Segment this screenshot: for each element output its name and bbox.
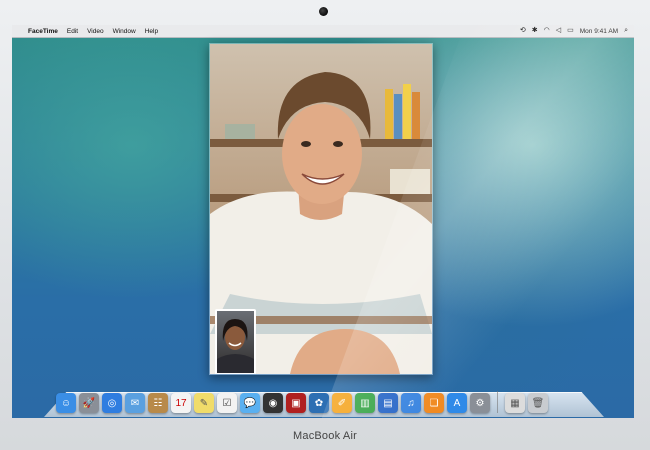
spotlight-search-icon[interactable]: ⌕ <box>624 25 628 37</box>
safari-icon[interactable]: ◎ <box>102 393 122 413</box>
screen: FaceTime Edit Video Window Help ⟲ ✱ ◠ ◁ … <box>12 25 634 418</box>
pages-icon[interactable]: ✐ <box>332 393 352 413</box>
self-view-pip[interactable] <box>215 309 256 374</box>
menu-facetime[interactable]: FaceTime <box>28 28 58 35</box>
dock: ☺ 🚀 ◎ ✉ ☷ 17 ✎ ☑ 💬 ◉ ▣ ✿ ✐ ▥ ▤ ♫ ❏ A ⚙ ▦ 🗑 <box>56 381 596 413</box>
ibooks-icon[interactable]: ❏ <box>424 393 444 413</box>
device-label: MacBook Air <box>293 430 357 442</box>
keynote-icon[interactable]: ▤ <box>378 393 398 413</box>
calendar-icon[interactable]: 17 <box>171 393 191 413</box>
menu-clock[interactable]: Mon 9:41 AM <box>580 28 618 35</box>
menu-edit[interactable]: Edit <box>67 28 78 35</box>
numbers-icon[interactable]: ▥ <box>355 393 375 413</box>
menu-help[interactable]: Help <box>145 28 158 35</box>
app-store-icon[interactable]: A <box>447 393 467 413</box>
finder-icon[interactable]: ☺ <box>56 393 76 413</box>
reminders-icon[interactable]: ☑ <box>217 393 237 413</box>
camera-icon <box>319 7 328 16</box>
macbook-frame: FaceTime Edit Video Window Help ⟲ ✱ ◠ ◁ … <box>0 0 650 450</box>
iphoto-icon[interactable]: ✿ <box>309 393 329 413</box>
documents-stack-icon[interactable]: ▦ <box>505 393 525 413</box>
bluetooth-icon[interactable]: ✱ <box>532 25 538 37</box>
battery-icon[interactable]: ▭ <box>567 25 574 37</box>
volume-icon[interactable]: ◁ <box>556 25 561 37</box>
facetime-icon[interactable]: ◉ <box>263 393 283 413</box>
menu-bar: FaceTime Edit Video Window Help ⟲ ✱ ◠ ◁ … <box>12 25 634 38</box>
system-preferences-icon[interactable]: ⚙ <box>470 393 490 413</box>
messages-icon[interactable]: 💬 <box>240 393 260 413</box>
launchpad-icon[interactable]: 🚀 <box>79 393 99 413</box>
menu-extras: ⟲ ✱ ◠ ◁ ▭ Mon 9:41 AM ⌕ <box>520 25 628 37</box>
time-machine-icon[interactable]: ⟲ <box>520 25 526 37</box>
remote-video-feed <box>210 44 432 374</box>
dock-separator <box>497 391 498 413</box>
menu-window[interactable]: Window <box>113 28 136 35</box>
mail-icon[interactable]: ✉ <box>125 393 145 413</box>
photo-booth-icon[interactable]: ▣ <box>286 393 306 413</box>
menu-video[interactable]: Video <box>87 28 104 35</box>
facetime-window[interactable] <box>209 43 433 375</box>
contacts-icon[interactable]: ☷ <box>148 393 168 413</box>
itunes-icon[interactable]: ♫ <box>401 393 421 413</box>
notes-icon[interactable]: ✎ <box>194 393 214 413</box>
self-view-figure <box>217 319 254 373</box>
wifi-icon[interactable]: ◠ <box>544 25 550 37</box>
trash-icon[interactable]: 🗑 <box>528 393 548 413</box>
